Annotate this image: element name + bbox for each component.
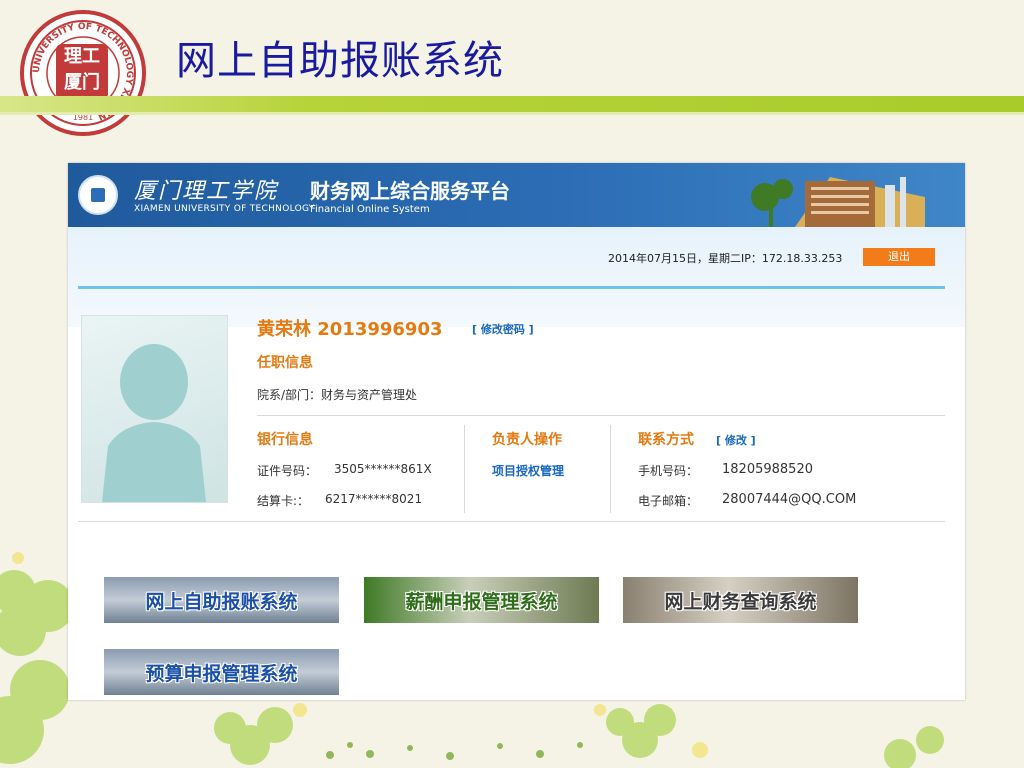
id-number-label: 证件号码：	[257, 464, 318, 478]
email-label: 电子邮箱：	[638, 494, 699, 508]
portal-header: 厦门理工学院 XIAMEN UNIVERSITY OF TECHNOLOGY 财…	[68, 163, 965, 227]
system-label: 预算申报管理系统	[145, 662, 298, 685]
logout-button[interactable]: 退出	[863, 248, 935, 266]
section-divider	[78, 521, 945, 522]
email-value: 28007444@QQ.COM	[722, 492, 857, 507]
project-auth-link[interactable]: 项目授权管理	[492, 462, 564, 479]
system-label: 网上自助报账系统	[145, 590, 298, 613]
info-divider	[257, 415, 945, 416]
title-underline-bar	[0, 96, 1024, 112]
change-password-link[interactable]: [ 修改密码 ]	[472, 321, 534, 337]
finance-portal-window: 厦门理工学院 XIAMEN UNIVERSITY OF TECHNOLOGY 财…	[68, 163, 965, 700]
school-emblem-icon	[78, 175, 118, 215]
column-divider	[464, 425, 465, 513]
date-ip-text: 2014年07月15日，星期二IP：172.18.33.253	[608, 252, 843, 265]
building-illustration-icon	[751, 177, 925, 227]
university-logo: UNIVERSITY OF TECHNOLOGY XIAMEN 1981 理工厦…	[20, 10, 146, 136]
phone-value: 18205988520	[722, 462, 813, 477]
school-name-cn: 厦门理工学院	[134, 179, 279, 204]
edit-contact-link[interactable]: [ 修改 ]	[716, 432, 756, 448]
user-avatar	[81, 315, 228, 503]
blue-divider	[78, 286, 945, 289]
platform-name-cn: 财务网上综合服务平台	[310, 179, 510, 203]
self-reimbursement-system-button[interactable]: 网上自助报账系统	[104, 577, 339, 623]
status-bar-bg	[68, 227, 965, 327]
school-name-en: XIAMEN UNIVERSITY OF TECHNOLOGY	[134, 204, 315, 214]
employment-info-label: 任职信息	[257, 355, 313, 371]
user-name-id: 黄荣林 2013996903	[257, 319, 443, 340]
phone-label: 手机号码：	[638, 464, 699, 478]
bank-info-label: 银行信息	[257, 432, 313, 448]
department-text: 院系/部门：财务与资产管理处	[257, 388, 418, 402]
manager-ops-label: 负责人操作	[492, 432, 562, 448]
slide-title: 网上自助报账系统	[176, 38, 504, 84]
person-silhouette-icon	[102, 344, 206, 502]
settlement-card-label: 结算卡:：	[257, 494, 310, 508]
platform-name-en: Financial Online System	[310, 204, 430, 215]
budget-declaration-system-button[interactable]: 预算申报管理系统	[104, 649, 339, 695]
system-label: 薪酬申报管理系统	[405, 590, 558, 613]
settlement-card-value: 6217******8021	[325, 492, 423, 506]
column-divider	[610, 425, 611, 513]
title-underline-thin	[0, 112, 1024, 115]
id-number-value: 3505******861X	[334, 462, 432, 476]
salary-declaration-system-button[interactable]: 薪酬申报管理系统	[364, 577, 599, 623]
finance-query-system-button[interactable]: 网上财务查询系统	[623, 577, 858, 623]
contact-label: 联系方式	[638, 432, 694, 448]
logo-seal-icon: 理工 厦门	[56, 44, 108, 100]
system-label: 网上财务查询系统	[664, 590, 817, 613]
